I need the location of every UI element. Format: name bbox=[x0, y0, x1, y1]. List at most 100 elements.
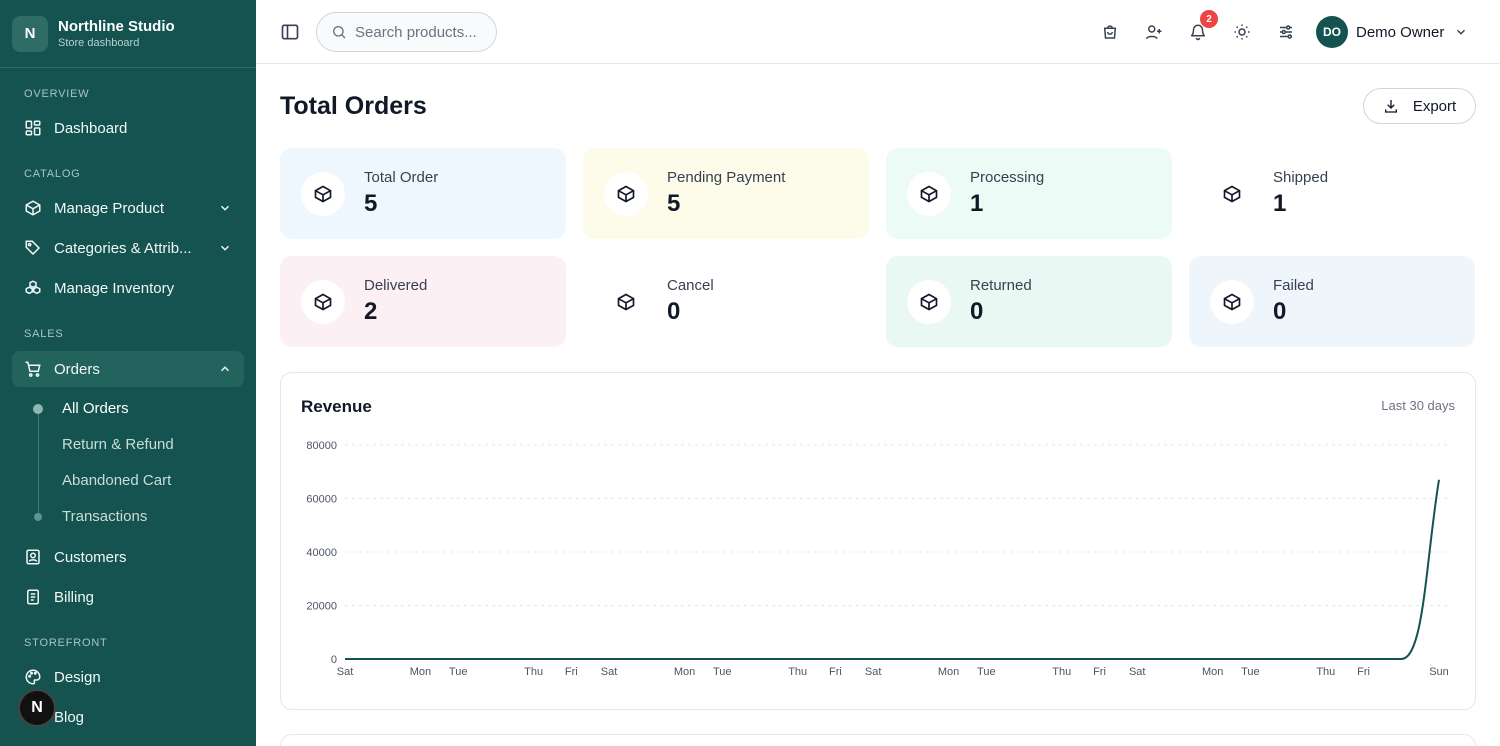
stat-value: 5 bbox=[667, 190, 681, 217]
stat-card[interactable]: Processing 1 bbox=[886, 148, 1172, 239]
x-tick-label: Thu bbox=[524, 666, 543, 678]
export-button[interactable]: Export bbox=[1363, 88, 1476, 124]
stat-label: Cancel bbox=[667, 277, 714, 294]
series-line bbox=[344, 479, 1440, 660]
section-label-sales: SALES bbox=[24, 328, 64, 340]
user-menu[interactable]: DO Demo Owner bbox=[1316, 15, 1468, 49]
receipt-icon bbox=[24, 588, 42, 606]
x-tick-label: Fri bbox=[565, 666, 578, 678]
sidebar-item-orders[interactable]: Orders bbox=[12, 351, 244, 387]
cart-icon bbox=[24, 360, 42, 378]
sidebar-item-label: Customers bbox=[54, 548, 127, 566]
sidebar-item-label: Manage Inventory bbox=[54, 279, 175, 297]
chart-range-label: Last 30 days bbox=[1381, 398, 1455, 413]
stat-card[interactable]: Failed 0 bbox=[1189, 256, 1475, 347]
search-icon bbox=[331, 24, 347, 40]
search-box[interactable] bbox=[316, 12, 497, 52]
stat-label: Failed bbox=[1273, 277, 1314, 294]
sidebar-item-label: Dashboard bbox=[54, 119, 128, 137]
sidebar: N Northline Studio Store dashboard OVERV… bbox=[0, 0, 256, 746]
x-tick-label: Sat bbox=[601, 666, 618, 678]
sliders-icon[interactable] bbox=[1275, 21, 1297, 43]
topbar: 2 DO Demo Owner bbox=[256, 0, 1500, 64]
stat-label: Returned bbox=[970, 277, 1032, 294]
y-tick-label: 60000 bbox=[306, 494, 337, 506]
notification-badge: 2 bbox=[1200, 10, 1218, 28]
x-tick-label: Mon bbox=[674, 666, 695, 678]
sidebar-item-design[interactable]: Design bbox=[12, 659, 244, 695]
x-tick-label: Thu bbox=[788, 666, 807, 678]
chevron-up-icon bbox=[218, 362, 232, 376]
brand-logo: N bbox=[12, 15, 48, 52]
tag-icon bbox=[24, 239, 42, 257]
shopping-bag-icon[interactable] bbox=[1099, 21, 1121, 43]
export-label: Export bbox=[1412, 97, 1457, 115]
sidebar-subitem-transactions[interactable]: Transactions bbox=[62, 508, 147, 525]
package-icon bbox=[1210, 279, 1254, 324]
submenu-line bbox=[38, 409, 39, 517]
revenue-chart-card: 80000 60000 40000 20000 0 Sat Mon Tue Thu Fri Sat M… bbox=[280, 372, 1476, 710]
x-tick-label: Fri bbox=[1357, 666, 1370, 678]
page-title: Total Orders bbox=[280, 92, 427, 120]
stat-value: 1 bbox=[970, 190, 984, 217]
floating-help-button[interactable]: N bbox=[18, 689, 56, 727]
x-tick-label: Sun bbox=[1429, 666, 1449, 678]
sidebar-subitem-all-orders[interactable]: All Orders bbox=[62, 400, 129, 417]
brand[interactable]: N Northline Studio Store dashboard bbox=[0, 0, 256, 68]
sidebar-item-manage-product[interactable]: Manage Product bbox=[12, 190, 244, 226]
sidebar-subitem-abandoned-cart[interactable]: Abandoned Cart bbox=[62, 472, 171, 489]
sidebar-item-categories[interactable]: Categories & Attrib... bbox=[12, 230, 244, 266]
sidebar-item-inventory[interactable]: Manage Inventory bbox=[12, 270, 244, 306]
brand-subtitle: Store dashboard bbox=[58, 37, 140, 49]
sun-icon[interactable] bbox=[1231, 21, 1253, 43]
x-tick-label: Tue bbox=[713, 666, 732, 678]
package-icon bbox=[301, 171, 345, 216]
y-tick-label: 20000 bbox=[306, 601, 337, 613]
stat-label: Pending Payment bbox=[667, 169, 786, 186]
search-input[interactable] bbox=[355, 23, 485, 41]
x-tick-label: Fri bbox=[1093, 666, 1106, 678]
sidebar-item-label: Design bbox=[54, 668, 101, 686]
active-dot bbox=[33, 404, 43, 414]
user-plus-icon[interactable] bbox=[1143, 21, 1165, 43]
section-label-overview: OVERVIEW bbox=[24, 88, 90, 100]
y-tick-label: 80000 bbox=[306, 440, 337, 452]
stat-card[interactable]: Total Order 5 bbox=[280, 148, 566, 239]
x-tick-label: Thu bbox=[1316, 666, 1335, 678]
stat-card[interactable]: Delivered 2 bbox=[280, 256, 566, 347]
brand-name: Northline Studio bbox=[58, 18, 175, 35]
stat-value: 2 bbox=[364, 298, 378, 325]
sidebar-item-label: Orders bbox=[54, 360, 100, 378]
package-icon bbox=[604, 279, 648, 324]
next-card bbox=[280, 734, 1476, 746]
stat-value: 0 bbox=[1273, 298, 1287, 325]
user-name: Demo Owner bbox=[1356, 23, 1445, 41]
section-label-storefront: STOREFRONT bbox=[24, 637, 108, 649]
stat-card[interactable]: Returned 0 bbox=[886, 256, 1172, 347]
x-tick-label: Mon bbox=[938, 666, 959, 678]
sidebar-item-label: Manage Product bbox=[54, 199, 165, 217]
section-label-catalog: CATALOG bbox=[24, 168, 81, 180]
sidebar-subitem-return-refund[interactable]: Return & Refund bbox=[62, 436, 174, 453]
chevron-down-icon bbox=[218, 241, 232, 255]
stat-card[interactable]: Cancel 0 bbox=[583, 256, 869, 347]
x-tick-label: Sat bbox=[865, 666, 882, 678]
x-tick-label: Sat bbox=[1129, 666, 1146, 678]
stat-label: Delivered bbox=[364, 277, 428, 294]
submenu-end-dot bbox=[34, 513, 42, 521]
sidebar-item-customers[interactable]: Customers bbox=[12, 539, 244, 575]
contact-icon bbox=[24, 548, 42, 566]
chart-title: Revenue bbox=[301, 397, 372, 416]
stat-value: 1 bbox=[1273, 190, 1287, 217]
avatar: DO bbox=[1316, 16, 1348, 48]
chevron-down-icon bbox=[218, 201, 232, 215]
sidebar-item-billing[interactable]: Billing bbox=[12, 579, 244, 615]
sidebar-toggle-icon[interactable] bbox=[280, 22, 300, 42]
stat-value: 0 bbox=[667, 298, 681, 325]
stat-card[interactable]: Pending Payment 5 bbox=[583, 148, 869, 239]
sidebar-item-dashboard[interactable]: Dashboard bbox=[12, 110, 244, 146]
stat-card[interactable]: Shipped 1 bbox=[1189, 148, 1475, 239]
sidebar-item-label: Categories & Attrib... bbox=[54, 239, 192, 257]
stat-value: 5 bbox=[364, 190, 378, 217]
revenue-chart: 800006000040000200000Sat Mon Tue Thu Fri Sat M… bbox=[306, 440, 1449, 678]
